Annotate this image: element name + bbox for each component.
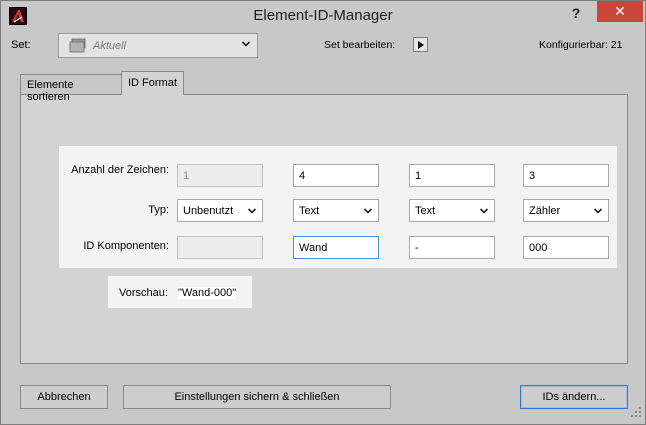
- set-label: Set:: [11, 39, 31, 51]
- title-bar[interactable]: Element-ID-Manager ? ✕: [1, 1, 645, 31]
- chevron-down-icon: [593, 206, 603, 219]
- type-select-1[interactable]: Unbenutzt: [177, 199, 263, 222]
- cancel-button[interactable]: Abbrechen: [20, 385, 108, 409]
- resize-grip-icon[interactable]: [631, 407, 641, 420]
- chevron-down-icon: [363, 206, 373, 219]
- window-title: Element-ID-Manager: [253, 7, 393, 24]
- preview-value: "Wand-000": [178, 287, 237, 299]
- components-label: ID Komponenten:: [83, 240, 169, 252]
- component-field-4[interactable]: 000: [523, 236, 609, 259]
- component-field-2[interactable]: Wand: [293, 236, 379, 259]
- set-dropdown[interactable]: Aktuell: [58, 33, 258, 58]
- type-select-value: Text: [299, 205, 320, 217]
- set-edit-label: Set bearbeiten:: [324, 39, 396, 51]
- type-select-value: Zähler: [529, 205, 561, 217]
- char-count-field-1: 1: [177, 164, 263, 187]
- configurable-count: Konfigurierbar: 21: [539, 39, 623, 51]
- chevron-down-icon: [241, 39, 251, 52]
- change-ids-button[interactable]: IDs ändern...: [520, 385, 628, 409]
- char-count-label: Anzahl der Zeichen:: [71, 164, 169, 176]
- help-button[interactable]: ?: [567, 5, 585, 25]
- chevron-down-icon: [479, 206, 489, 219]
- tab-id-format[interactable]: ID Format: [121, 71, 184, 95]
- char-count-field-2[interactable]: 4: [293, 164, 379, 187]
- folder-stack-icon: [69, 38, 87, 56]
- dialog-window: Element-ID-Manager ? ✕ Set: Aktuell Set …: [0, 0, 646, 425]
- tab-elements-sort[interactable]: Elemente sortieren: [20, 74, 122, 103]
- char-count-field-3[interactable]: 1: [409, 164, 495, 187]
- chevron-down-icon: [247, 206, 257, 219]
- play-triangle-icon: [418, 41, 424, 49]
- type-select-4[interactable]: Zähler: [523, 199, 609, 222]
- close-button[interactable]: ✕: [597, 1, 643, 22]
- type-label: Typ:: [148, 204, 169, 216]
- preview-label: Vorschau:: [119, 287, 168, 299]
- save-close-button[interactable]: Einstellungen sichern & schließen: [123, 385, 391, 409]
- preview-box: Vorschau: "Wand-000": [108, 276, 252, 308]
- set-edit-button[interactable]: [413, 37, 428, 52]
- type-select-value: Unbenutzt: [183, 205, 234, 217]
- type-select-3[interactable]: Text: [409, 199, 495, 222]
- component-field-1: [177, 236, 263, 259]
- type-select-2[interactable]: Text: [293, 199, 379, 222]
- set-value: Aktuell: [93, 40, 127, 52]
- type-select-value: Text: [415, 205, 436, 217]
- component-field-3[interactable]: -: [409, 236, 495, 259]
- char-count-field-4[interactable]: 3: [523, 164, 609, 187]
